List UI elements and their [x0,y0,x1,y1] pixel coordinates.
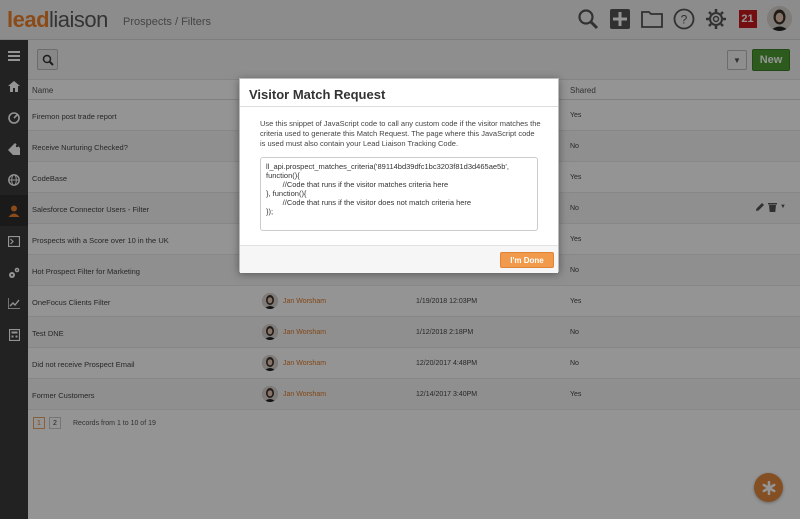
dialog-footer: I'm Done [240,245,558,273]
code-snippet-textarea[interactable]: ll_api.prospect_matches_criteria('89114b… [260,157,538,231]
dialog-description: Use this snippet of JavaScript code to c… [260,119,541,148]
done-button[interactable]: I'm Done [500,252,554,268]
dialog-title: Visitor Match Request [240,79,558,107]
visitor-match-request-dialog: Visitor Match Request Use this snippet o… [239,78,559,273]
